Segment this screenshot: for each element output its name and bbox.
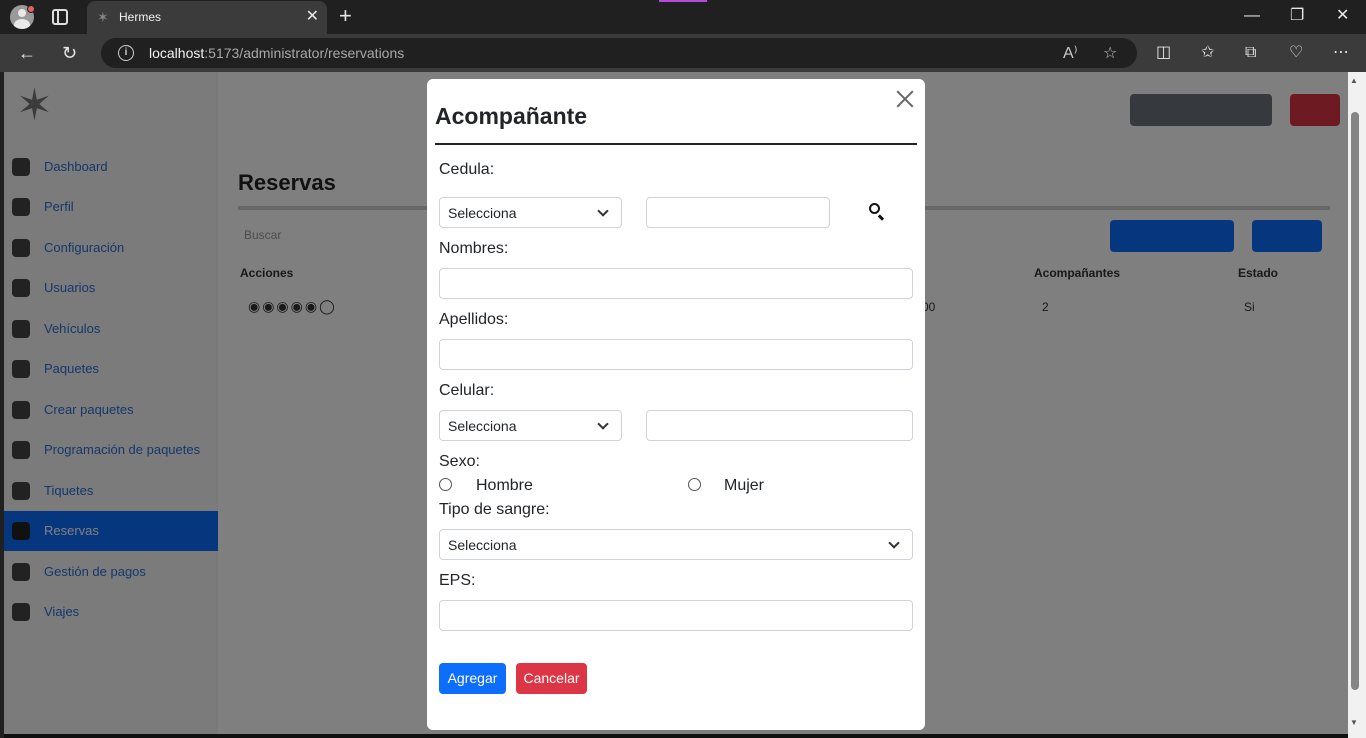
- companion-modal: Acompañante Cedula: Selecciona Nombres: …: [427, 79, 925, 730]
- sexo-label: Sexo:: [439, 453, 480, 470]
- agregar-button[interactable]: Agregar: [439, 663, 506, 694]
- cedula-type-value: Selecciona: [448, 205, 517, 221]
- profile-notification-dot: [27, 5, 35, 13]
- tab-strip-accent: [659, 0, 707, 2]
- minimize-icon[interactable]: —: [1244, 7, 1260, 25]
- tipo-sangre-select[interactable]: Selecciona: [439, 529, 913, 560]
- browser-essentials-icon[interactable]: ♡: [1289, 43, 1303, 63]
- search-cedula-button[interactable]: [867, 201, 887, 221]
- window-close-icon[interactable]: ✕: [1336, 7, 1349, 25]
- url-text: localhost:5173/administrator/reservation…: [149, 45, 405, 61]
- tab-title: Hermes: [119, 10, 162, 24]
- browser-tab[interactable]: ✶ Hermes ✕: [87, 1, 327, 34]
- chevron-down-icon: [597, 205, 609, 217]
- eps-input[interactable]: [439, 600, 913, 631]
- browser-tab-bar: ✶ Hermes ✕ + — ❐ ✕: [0, 0, 1366, 34]
- favorite-star-icon[interactable]: ☆: [1103, 43, 1117, 63]
- search-icon: [869, 203, 880, 214]
- celular-label: Celular:: [439, 382, 495, 399]
- favicon-icon: ✶: [97, 9, 109, 25]
- cedula-label: Cedula:: [439, 161, 495, 178]
- modal-title-divider: [435, 143, 917, 145]
- tipo-sangre-label: Tipo de sangre:: [439, 501, 550, 518]
- eps-label: EPS:: [439, 572, 476, 589]
- scroll-thumb[interactable]: [1351, 112, 1359, 690]
- restore-icon[interactable]: ❐: [1290, 7, 1304, 25]
- collections-icon[interactable]: ⧉: [1245, 43, 1256, 63]
- radio-mujer-label: Mujer: [724, 477, 765, 494]
- nombres-input[interactable]: [439, 268, 913, 299]
- close-tab-icon[interactable]: ✕: [306, 8, 319, 26]
- address-bar-row: ← ↻ i localhost:5173/administrator/reser…: [0, 34, 1366, 72]
- site-info-icon[interactable]: i: [118, 45, 134, 61]
- radio-mujer[interactable]: [688, 478, 701, 491]
- back-icon[interactable]: ←: [18, 43, 36, 63]
- celular-input[interactable]: [646, 410, 913, 441]
- refresh-icon[interactable]: ↻: [62, 43, 77, 63]
- apellidos-input[interactable]: [439, 339, 913, 370]
- new-tab-icon[interactable]: +: [339, 5, 352, 27]
- cancelar-button[interactable]: Cancelar: [516, 663, 587, 694]
- celular-code-value: Selecciona: [448, 418, 517, 434]
- apellidos-label: Apellidos:: [439, 311, 509, 328]
- search-icon-handle: [878, 214, 885, 221]
- tab-actions-icon[interactable]: [52, 9, 68, 25]
- scroll-up-icon[interactable]: ▲: [1350, 76, 1358, 85]
- cedula-input[interactable]: [646, 197, 830, 228]
- read-aloud-icon[interactable]: A⁾: [1063, 43, 1078, 63]
- cedula-type-select[interactable]: Selecciona: [439, 197, 622, 228]
- favorites-icon[interactable]: ✩: [1201, 43, 1214, 63]
- scroll-down-icon[interactable]: ▼: [1350, 718, 1358, 727]
- modal-title: Acompañante: [435, 103, 588, 129]
- modal-close-icon[interactable]: [895, 89, 915, 109]
- celular-code-select[interactable]: Selecciona: [439, 410, 622, 441]
- url-box[interactable]: i localhost:5173/administrator/reservati…: [101, 38, 1137, 68]
- split-screen-icon[interactable]: ◫: [1156, 43, 1171, 63]
- nombres-label: Nombres:: [439, 240, 509, 257]
- radio-hombre-label: Hombre: [476, 477, 533, 494]
- chevron-down-icon: [888, 537, 900, 549]
- more-menu-icon[interactable]: ⋯: [1333, 43, 1349, 63]
- chevron-down-icon: [597, 418, 609, 430]
- tipo-sangre-value: Selecciona: [448, 537, 517, 553]
- radio-hombre[interactable]: [439, 478, 452, 491]
